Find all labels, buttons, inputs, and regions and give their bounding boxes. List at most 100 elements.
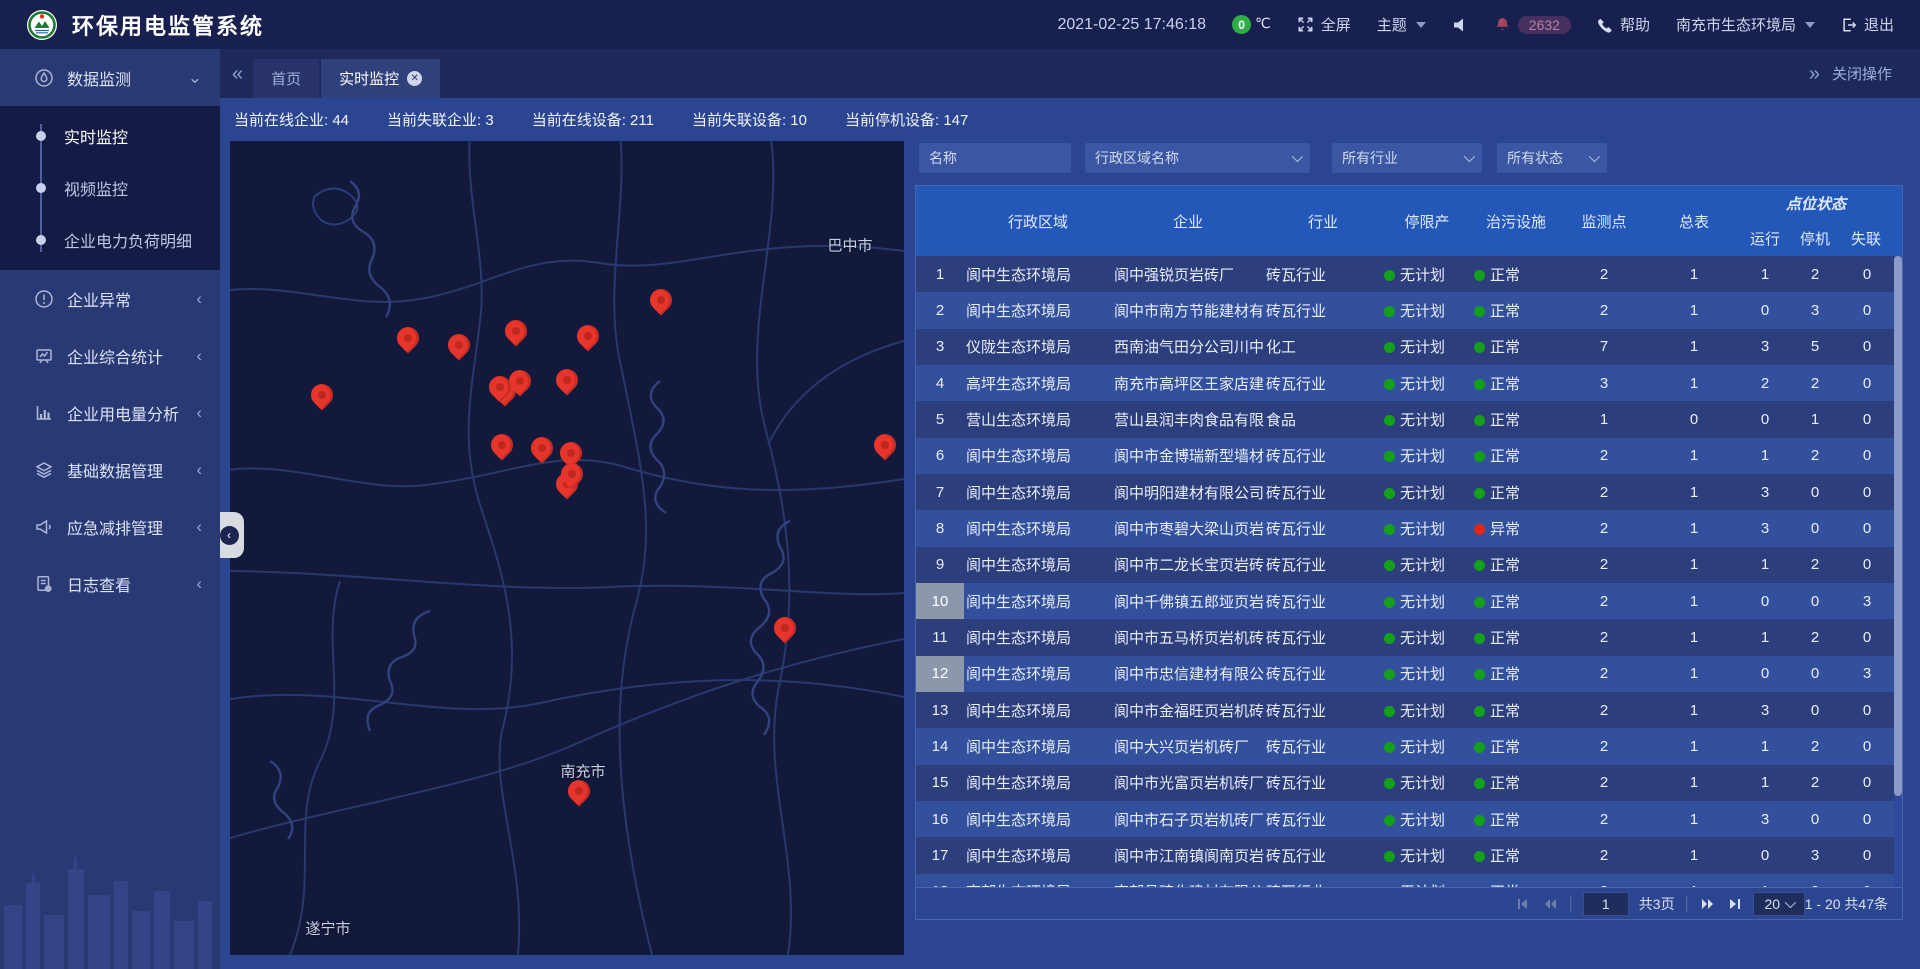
table-row[interactable]: 15阆中生态环境局阆中市光富页岩机砖厂砖瓦行业无计划正常21120	[916, 765, 1902, 801]
chevron-down-icon	[1589, 151, 1600, 162]
name-filter-input[interactable]	[919, 143, 1071, 173]
map-roads	[230, 141, 904, 955]
page-number-input[interactable]: 1	[1583, 892, 1629, 916]
org-dropdown[interactable]: 南充市生态环境局	[1676, 14, 1815, 35]
map-canvas[interactable]: 巴中市南充市遂宁市	[230, 141, 904, 955]
stop-limit-cell: 无计划	[1382, 554, 1472, 575]
monitor-points-cell: 2	[1560, 447, 1648, 464]
table-row[interactable]: 11阆中生态环境局阆中市五马桥页岩机砖砖瓦行业无计划正常21120	[916, 619, 1902, 655]
app-window: 环保用电监管系统 2021-02-25 17:46:18 0 ℃ 全屏 主题	[0, 0, 1920, 969]
status-dot-icon	[1474, 379, 1485, 390]
tabs-scroll-left-button[interactable]: «	[232, 64, 243, 84]
temperature-unit: ℃	[1255, 15, 1271, 32]
city-label: 南充市	[560, 761, 605, 782]
status-dot-icon	[1474, 597, 1485, 608]
mute-button[interactable]	[1452, 17, 1468, 33]
sidebar-item-log-view[interactable]: 日志查看‹	[0, 555, 220, 612]
status-dot-icon	[1384, 342, 1395, 353]
pollution-facility-cell: 正常	[1472, 409, 1560, 430]
first-page-button[interactable]	[1515, 896, 1531, 912]
total-meter-cell: 1	[1648, 665, 1740, 682]
status-dot-icon	[1384, 633, 1395, 644]
sidebar-item-video-monitor[interactable]: 视频监控	[0, 162, 220, 214]
sidebar-item-enterprise-stats[interactable]: 企业综合统计‹	[0, 327, 220, 384]
sidebar-item-enterprise-abnormal[interactable]: 企业异常‹	[0, 270, 220, 327]
halted-cell: 2	[1790, 447, 1840, 464]
status-dot-icon	[1384, 560, 1395, 571]
region-cell: 阆中生态环境局	[964, 736, 1112, 757]
company-cell: 阆中大兴页岩机砖厂	[1112, 736, 1264, 757]
table-row[interactable]: 5营山生态环境局营山县润丰肉食品有限食品无计划正常10010	[916, 401, 1902, 437]
table-row[interactable]: 10阆中生态环境局阆中千佛镇五郎垭页岩砖瓦行业无计划正常21003	[916, 583, 1902, 619]
theme-dropdown[interactable]: 主题	[1377, 14, 1426, 35]
column-header: 监测点	[1560, 186, 1648, 256]
company-cell: 阆中市金福旺页岩机砖	[1112, 700, 1264, 721]
table-row[interactable]: 4高坪生态环境局南充市高坪区王家店建砖瓦行业无计划正常31220	[916, 365, 1902, 401]
sidebar-item-realtime-monitor[interactable]: 实时监控	[0, 110, 220, 162]
chevron-left-icon: ‹	[196, 517, 202, 537]
monitor-points-cell: 2	[1560, 702, 1648, 719]
next-page-button[interactable]	[1699, 896, 1717, 912]
region-filter-select[interactable]: 行政区域名称	[1085, 143, 1310, 173]
notifications-button[interactable]: 2632	[1494, 16, 1571, 34]
stat-item: 当前失联设备: 10	[692, 109, 807, 130]
halted-cell: 0	[1790, 702, 1840, 719]
alert-icon	[34, 289, 54, 309]
table-row[interactable]: 1阆中生态环境局阆中强锐页岩砖厂砖瓦行业无计划正常21120	[916, 256, 1902, 292]
sidebar-subitem-label: 企业电力负荷明细	[64, 228, 192, 252]
region-cell: 阆中生态环境局	[964, 300, 1112, 321]
table-row[interactable]: 7阆中生态环境局阆中明阳建材有限公司砖瓦行业无计划正常21300	[916, 474, 1902, 510]
table-row[interactable]: 12阆中生态环境局阆中市忠信建材有限公砖瓦行业无计划正常21003	[916, 656, 1902, 692]
logout-label: 退出	[1864, 14, 1894, 35]
table-row[interactable]: 9阆中生态环境局阆中市二龙长宝页岩砖砖瓦行业无计划正常21120	[916, 547, 1902, 583]
fullscreen-button[interactable]: 全屏	[1297, 14, 1351, 35]
table-row[interactable]: 2阆中生态环境局阆中市南方节能建材有砖瓦行业无计划正常21030	[916, 292, 1902, 328]
close-operations-dropdown[interactable]: » 关闭操作	[1809, 63, 1892, 84]
last-page-button[interactable]	[1727, 896, 1743, 912]
table-row[interactable]: 8阆中生态环境局阆中市枣碧大梁山页岩砖瓦行业无计划异常21300	[916, 510, 1902, 546]
table-row[interactable]: 17阆中生态环境局阆中市江南镇阆南页岩砖瓦行业无计划正常21030	[916, 837, 1902, 873]
city-label: 巴中市	[827, 235, 872, 256]
monitor-points-cell: 2	[1560, 847, 1648, 864]
log-icon	[34, 574, 54, 594]
region-cell: 阆中生态环境局	[964, 700, 1112, 721]
sidebar-item-label: 数据监测	[67, 66, 131, 90]
sidebar-item-emergency-reduction[interactable]: 应急减排管理‹	[0, 498, 220, 555]
table-row[interactable]: 6阆中生态环境局阆中市金博瑞新型墙材砖瓦行业无计划正常21120	[916, 438, 1902, 474]
region-cell: 仪陇生态环境局	[964, 336, 1112, 357]
tab-realtime-monitor[interactable]: 实时监控 ✕	[321, 59, 440, 98]
sidebar-item-data-monitor[interactable]: 数据监测⌄	[0, 49, 220, 106]
pollution-facility-cell: 正常	[1472, 591, 1560, 612]
industry-filter-select[interactable]: 所有行业	[1332, 143, 1482, 173]
industry-filter-value: 所有行业	[1342, 148, 1398, 168]
monitor-points-cell: 7	[1560, 338, 1648, 355]
region-cell: 阆中生态环境局	[964, 554, 1112, 575]
industry-cell: 砖瓦行业	[1264, 591, 1382, 612]
close-icon[interactable]: ✕	[407, 71, 422, 86]
table-row[interactable]: 14阆中生态环境局阆中大兴页岩机砖厂砖瓦行业无计划正常21120	[916, 728, 1902, 764]
industry-cell: 食品	[1264, 409, 1382, 430]
tab-home[interactable]: 首页	[253, 59, 319, 98]
pollution-facility-cell: 正常	[1472, 627, 1560, 648]
running-cell: 1	[1740, 774, 1790, 791]
chart-icon	[34, 403, 54, 423]
table-row[interactable]: 16阆中生态环境局阆中市石子页岩机砖厂砖瓦行业无计划正常21300	[916, 801, 1902, 837]
pollution-facility-cell: 正常	[1472, 809, 1560, 830]
total-meter-cell: 1	[1648, 811, 1740, 828]
prev-page-button[interactable]	[1541, 896, 1559, 912]
sidebar-item-base-data[interactable]: 基础数据管理‹	[0, 441, 220, 498]
table-row[interactable]: 3仪陇生态环境局西南油气田分公司川中化工无计划正常71350	[916, 329, 1902, 365]
logout-button[interactable]: 退出	[1841, 14, 1894, 35]
scrollbar-thumb[interactable]	[1894, 256, 1902, 796]
table-row[interactable]: 13阆中生态环境局阆中市金福旺页岩机砖砖瓦行业无计划正常21300	[916, 692, 1902, 728]
stop-limit-cell: 无计划	[1382, 445, 1472, 466]
help-button[interactable]: 帮助	[1597, 14, 1650, 35]
status-dot-icon	[1474, 415, 1485, 426]
sidebar-item-power-analysis[interactable]: 企业用电量分析‹	[0, 384, 220, 441]
pollution-facility-cell: 正常	[1472, 336, 1560, 357]
tab-label: 实时监控	[339, 68, 399, 89]
sidebar-item-power-load-detail[interactable]: 企业电力负荷明细	[0, 214, 220, 266]
theme-label: 主题	[1377, 14, 1407, 35]
status-filter-select[interactable]: 所有状态	[1497, 143, 1607, 173]
page-size-select[interactable]: 20	[1753, 892, 1805, 916]
